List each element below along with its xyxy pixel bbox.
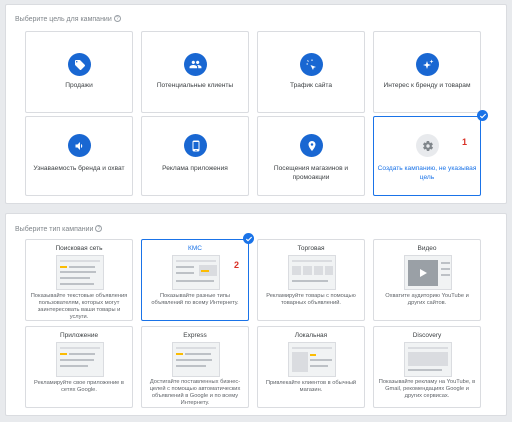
selected-check-icon: [477, 110, 488, 121]
discovery-preview-image: [404, 342, 452, 377]
type-card-title: Express: [183, 332, 207, 339]
type-card-title: КМС: [188, 245, 202, 252]
local-preview-image: [288, 342, 336, 377]
goal-label: Реклама приложения: [162, 165, 228, 172]
type-card-title: Локальная: [294, 332, 328, 339]
megaphone-icon: [68, 134, 91, 157]
type-card-title: Видео: [417, 245, 437, 252]
goal-section-title: Выберите цель для кампании?: [15, 15, 121, 23]
help-icon[interactable]: ?: [113, 15, 121, 22]
goal-card-app[interactable]: Реклама приложения: [141, 116, 249, 196]
type-section-title: Выберите тип кампании?: [15, 225, 103, 233]
type-card-search[interactable]: Поисковая сеть Показывайте текстовые объ…: [25, 239, 133, 321]
app-preview-image: [56, 342, 104, 377]
video-preview-image: [404, 255, 452, 290]
goal-card-traffic[interactable]: Трафик сайта: [257, 31, 365, 113]
goal-label: Посещения магазинов и промоакции: [273, 165, 349, 181]
goal-label: Узнаваемость бренда и охват: [33, 165, 125, 172]
location-pin-icon: [300, 134, 323, 157]
search-preview-image: [56, 255, 104, 290]
type-card-title: Поисковая сеть: [55, 245, 103, 252]
type-card-desc: Рекламируйте товары с помощью товарных о…: [266, 293, 356, 306]
display-preview-image: [172, 255, 220, 290]
goal-card-leads[interactable]: Потенциальные клиенты: [141, 31, 249, 113]
goal-card-brand-interest[interactable]: Интерес к бренду и товарам: [373, 31, 481, 113]
play-icon: [420, 269, 427, 277]
selected-check-icon: [243, 233, 254, 244]
goal-card-no-goal[interactable]: 1 Создать кампанию, не указывая цель: [373, 116, 481, 196]
type-card-desc: Привлекайте клиентов в обычный магазин.: [265, 380, 357, 393]
type-card-shopping[interactable]: Торговая Рекламируйте товары с помощью т…: [257, 239, 365, 321]
type-card-desc: Охватите аудиторию YouTube и других сайт…: [385, 293, 469, 306]
phone-icon: [184, 134, 207, 157]
sparkle-icon: [416, 53, 439, 76]
type-card-local[interactable]: Локальная Привлекайте клиентов в обычный…: [257, 326, 365, 408]
people-icon: [184, 53, 207, 76]
cursor-click-icon: [300, 53, 323, 76]
goal-card-sales[interactable]: Продажи: [25, 31, 133, 113]
campaign-goal-panel: Выберите цель для кампании? Продажи Поте…: [5, 4, 507, 204]
type-card-desc: Показывайте текстовые объявления пользов…: [30, 293, 128, 320]
type-card-desc: Показывайте рекламу на YouTube, в Gmail,…: [378, 379, 476, 399]
goal-label: Продажи: [65, 82, 93, 89]
type-card-title: Приложение: [59, 332, 99, 339]
type-card-desc: Показывайте разные типы объявлений по вс…: [151, 293, 239, 306]
type-card-desc: Достигайте поставленных бизнес-целей с п…: [149, 379, 241, 406]
type-card-title: Discovery: [412, 332, 442, 339]
tag-icon: [68, 53, 91, 76]
goal-label: Создать кампанию, не указывая цель: [377, 165, 477, 181]
annotation-badge-1: 1: [462, 137, 468, 147]
goal-card-awareness[interactable]: Узнаваемость бренда и охват: [25, 116, 133, 196]
gear-icon: [416, 134, 439, 157]
type-card-title: Торговая: [297, 245, 325, 252]
type-card-desc: Рекламируйте свое приложение в сетях Goo…: [34, 380, 124, 393]
annotation-badge-2: 2: [234, 260, 240, 270]
type-card-app[interactable]: Приложение Рекламируйте свое приложение …: [25, 326, 133, 408]
type-card-discovery[interactable]: Discovery Показывайте рекламу на YouTube…: [373, 326, 481, 408]
type-card-express[interactable]: Express Достигайте поставленных бизнес-ц…: [141, 326, 249, 408]
type-card-display[interactable]: КМС 2 Показывайте разные типы объявлений…: [141, 239, 249, 321]
goal-label: Интерес к бренду и товарам: [383, 82, 471, 89]
help-icon[interactable]: ?: [95, 225, 103, 232]
goal-card-store-visits[interactable]: Посещения магазинов и промоакции: [257, 116, 365, 196]
express-preview-image: [172, 342, 220, 377]
type-card-video[interactable]: Видео Охватите аудиторию YouTube и други…: [373, 239, 481, 321]
shopping-preview-image: [288, 255, 336, 290]
goal-label: Трафик сайта: [289, 82, 333, 89]
campaign-type-panel: Выберите тип кампании? Поисковая сеть По…: [5, 213, 507, 416]
goal-label: Потенциальные клиенты: [156, 82, 234, 89]
